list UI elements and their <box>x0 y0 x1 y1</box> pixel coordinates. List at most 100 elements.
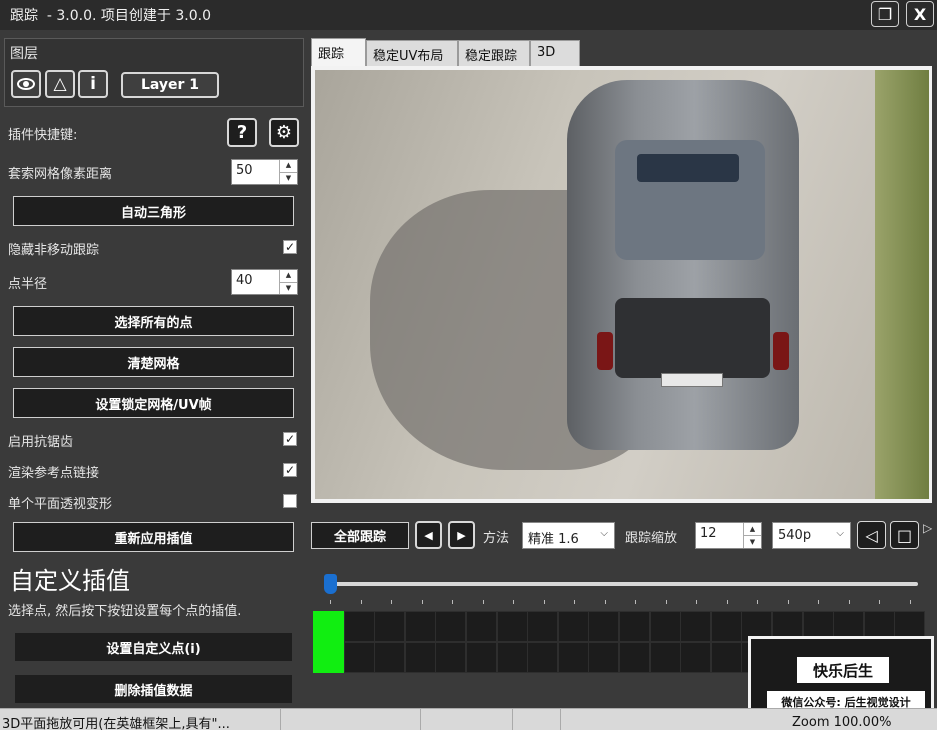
point-radius-value: 40 <box>236 273 253 288</box>
tab-3d[interactable]: 3D <box>530 40 580 66</box>
timeline-tick <box>787 600 789 604</box>
keyframe-cell[interactable] <box>527 611 559 642</box>
lasso-distance-label: 套索网格像素距离 <box>8 167 113 182</box>
keyframe-cell[interactable] <box>435 611 467 642</box>
status-divider <box>512 709 513 730</box>
keyframe-cell[interactable] <box>619 642 650 673</box>
reapply-interp-button[interactable]: 重新应用插值 <box>13 522 294 552</box>
delete-interp-data-button[interactable]: 删除插值数据 <box>15 675 292 703</box>
timeline-tick <box>909 600 911 604</box>
timeline-tick <box>757 600 758 604</box>
auto-triangle-button[interactable]: 自动三角形 <box>13 196 294 226</box>
keyframe-cell[interactable] <box>404 642 436 673</box>
antialias-checkbox[interactable]: ✓ <box>283 432 297 446</box>
keyframe-cell[interactable] <box>374 642 406 673</box>
track-scale-value: 12 <box>700 526 717 541</box>
point-radius-spinbox[interactable]: 40 ▲ ▼ <box>231 269 298 295</box>
timeline-tick <box>665 600 667 604</box>
timeline-tick <box>421 600 423 604</box>
keyframe-cell[interactable] <box>710 642 742 673</box>
track-scale-spinbox[interactable]: 12 ▲ ▼ <box>695 522 762 549</box>
timeline-tick <box>543 600 545 604</box>
hide-non-moving-label: 隐藏非移动跟踪 <box>8 243 100 258</box>
layer-select-button[interactable]: Layer 1 <box>121 72 219 98</box>
track-backward-button[interactable]: ◀ <box>415 521 442 549</box>
keyframe-cell[interactable] <box>343 611 375 642</box>
watermark-title: 快乐后生 <box>797 657 889 683</box>
track-forward-button[interactable]: ▶ <box>448 521 475 549</box>
spin-up-icon[interactable]: ▲ <box>744 523 761 535</box>
timeline-playhead[interactable] <box>324 574 337 594</box>
keyframe-cell[interactable] <box>404 611 436 642</box>
eye-icon <box>17 78 35 90</box>
spin-up-icon[interactable]: ▲ <box>280 270 297 282</box>
tab-stable-uv-layout[interactable]: 稳定UV布局 <box>366 40 458 66</box>
triangle-mode-button[interactable]: △ <box>45 70 75 98</box>
keyframe-cell[interactable] <box>588 642 620 673</box>
visibility-toggle-button[interactable] <box>11 70 41 98</box>
hide-non-moving-checkbox[interactable]: ✓ <box>283 240 297 254</box>
keyframe-cell[interactable] <box>680 611 712 642</box>
keyframe-cell[interactable] <box>313 642 344 673</box>
timeline-tick <box>574 600 575 604</box>
keyframe-cell[interactable] <box>557 642 589 673</box>
restore-icon: ❐ <box>877 4 893 24</box>
clear-grid-button[interactable]: 清楚网格 <box>13 347 294 377</box>
render-ref-links-label: 渲染参考点链接 <box>8 466 100 481</box>
custom-interp-description: 选择点, 然后按下按钮设置每个点的插值. <box>8 604 242 619</box>
settings-button[interactable]: ⚙ <box>269 118 299 147</box>
close-window-button[interactable]: X <box>906 1 934 27</box>
keyframe-cell[interactable] <box>496 611 528 642</box>
set-lock-grid-button[interactable]: 设置锁定网格/UV帧 <box>13 388 294 418</box>
keyframe-cell[interactable] <box>680 642 712 673</box>
keyframe-cell[interactable] <box>374 611 406 642</box>
timeline-tick <box>818 600 819 604</box>
keyframe-cell[interactable] <box>588 611 620 642</box>
spin-down-icon[interactable]: ▼ <box>744 535 761 548</box>
keyframe-cell[interactable] <box>496 642 528 673</box>
timeline-tick <box>452 600 453 604</box>
spin-down-icon[interactable]: ▼ <box>280 171 297 185</box>
timeline-tick <box>879 600 880 604</box>
keyframe-cell[interactable] <box>619 611 650 642</box>
keyframe-cell[interactable] <box>649 642 681 673</box>
layer-info-button[interactable]: i <box>78 70 108 98</box>
keyframe-cell[interactable] <box>313 611 344 642</box>
track-all-button[interactable]: 全部跟踪 <box>311 522 409 549</box>
method-dropdown[interactable]: 精准 1.6 ⌵ <box>522 522 615 549</box>
keyframe-cell[interactable] <box>343 642 375 673</box>
lasso-distance-spinbox[interactable]: 50 ▲ ▼ <box>231 159 298 185</box>
keyframe-cell[interactable] <box>466 611 497 642</box>
stop-button[interactable]: □ <box>890 521 919 549</box>
keyframe-cell[interactable] <box>527 642 559 673</box>
spin-up-icon[interactable]: ▲ <box>280 160 297 172</box>
set-custom-point-button[interactable]: 设置自定义点(i) <box>15 633 292 661</box>
tab-stable-track[interactable]: 稳定跟踪 <box>458 40 530 66</box>
timeline-tick <box>696 600 697 604</box>
status-message: 3D平面拖放可用(在英雄框架上,具有"... <box>2 717 230 730</box>
video-frame[interactable] <box>315 70 929 499</box>
keyframe-cell[interactable] <box>557 611 589 642</box>
resolution-dropdown[interactable]: 540p ⌵ <box>772 522 851 549</box>
track-backward-icon: ◀ <box>424 528 433 542</box>
select-all-points-button[interactable]: 选择所有的点 <box>13 306 294 336</box>
keyframe-cell[interactable] <box>649 611 681 642</box>
timeline-tick <box>848 600 850 604</box>
more-button[interactable]: ▷ <box>923 521 937 549</box>
keyframe-cell[interactable] <box>435 642 467 673</box>
chevron-down-icon: ⌵ <box>600 528 608 539</box>
antialias-label: 启用抗锯齿 <box>8 435 74 450</box>
single-plane-checkbox[interactable] <box>283 494 297 508</box>
timeline-track[interactable] <box>330 582 918 586</box>
spin-down-icon[interactable]: ▼ <box>280 281 297 295</box>
rewind-button[interactable]: ◁ <box>857 521 886 549</box>
restore-window-button[interactable]: ❐ <box>871 1 899 27</box>
render-ref-links-checkbox[interactable]: ✓ <box>283 463 297 477</box>
tab-track[interactable]: 跟踪 <box>311 38 366 66</box>
method-value: 精准 1.6 <box>528 532 579 547</box>
help-button[interactable]: ? <box>227 118 257 147</box>
keyframe-cell[interactable] <box>466 642 497 673</box>
gear-icon: ⚙ <box>275 122 293 143</box>
keyframe-cell[interactable] <box>710 611 742 642</box>
timeline-tick <box>726 600 728 604</box>
